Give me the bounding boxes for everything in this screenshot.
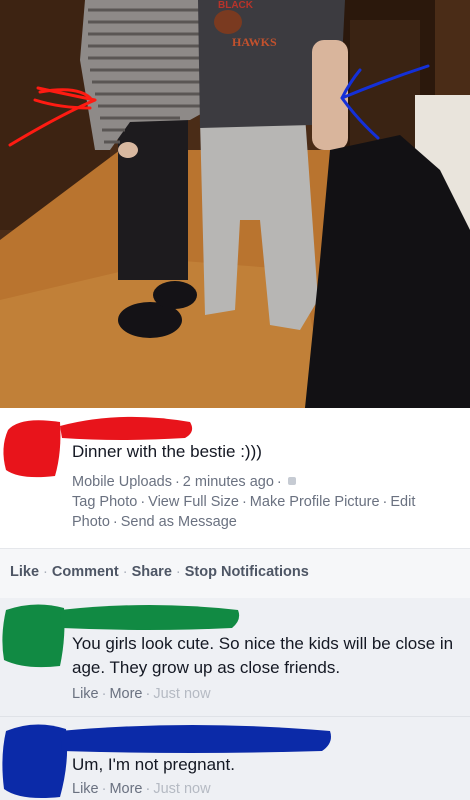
comment: You girls look cute. So nice the kids wi… bbox=[0, 598, 470, 716]
make-profile-picture-link[interactable]: Make Profile Picture bbox=[250, 494, 380, 510]
comment-meta: Like · More · Just now bbox=[72, 686, 211, 702]
comment-more-link[interactable]: More bbox=[109, 781, 142, 797]
comment-text: Um, I'm not pregnant. bbox=[72, 755, 235, 774]
comment-time[interactable]: Just now bbox=[153, 781, 210, 797]
leggings-left bbox=[118, 110, 188, 280]
comment-like-link[interactable]: Like bbox=[72, 781, 99, 797]
comment-time[interactable]: Just now bbox=[153, 686, 210, 702]
share-button[interactable]: Share bbox=[132, 564, 172, 580]
stop-notifications-button[interactable]: Stop Notifications bbox=[185, 564, 309, 580]
post-actions: Like · Comment · Share · Stop Notifications bbox=[0, 548, 470, 598]
post-caption: Dinner with the bestie :))) bbox=[72, 442, 262, 461]
privacy-icon[interactable] bbox=[287, 477, 296, 485]
view-full-size-link[interactable]: View Full Size bbox=[148, 494, 239, 510]
comment-meta: Like · More · Just now bbox=[72, 781, 211, 797]
comment-button[interactable]: Comment bbox=[52, 564, 119, 580]
boot-left-2 bbox=[153, 281, 197, 309]
shirt-print-top: BLACK bbox=[218, 0, 254, 11]
comment-like-link[interactable]: Like bbox=[72, 686, 99, 702]
shirt-logo bbox=[214, 10, 242, 34]
send-as-message-link[interactable]: Send as Message bbox=[121, 514, 237, 530]
album-link[interactable]: Mobile Uploads bbox=[72, 474, 172, 490]
comment: Um, I'm not pregnant. Like · More · Just now bbox=[0, 716, 470, 800]
comment-text: You girls look cute. So nice the kids wi… bbox=[72, 634, 454, 677]
shirt-print: HAWKS bbox=[232, 35, 277, 49]
post-meta: Mobile Uploads · 2 minutes ago · Tag Photo ·… bbox=[72, 474, 416, 530]
tag-photo-link[interactable]: Tag Photo bbox=[72, 494, 137, 510]
post-body: Dinner with the bestie :))) Mobile Uploa… bbox=[0, 408, 470, 548]
post-time[interactable]: 2 minutes ago bbox=[183, 474, 274, 490]
comment-more-link[interactable]: More bbox=[109, 686, 142, 702]
hand-left bbox=[118, 142, 138, 158]
like-button[interactable]: Like bbox=[10, 564, 39, 580]
post-photo[interactable]: BLACK HAWKS bbox=[0, 0, 470, 408]
photo-scene: BLACK HAWKS bbox=[0, 0, 470, 408]
